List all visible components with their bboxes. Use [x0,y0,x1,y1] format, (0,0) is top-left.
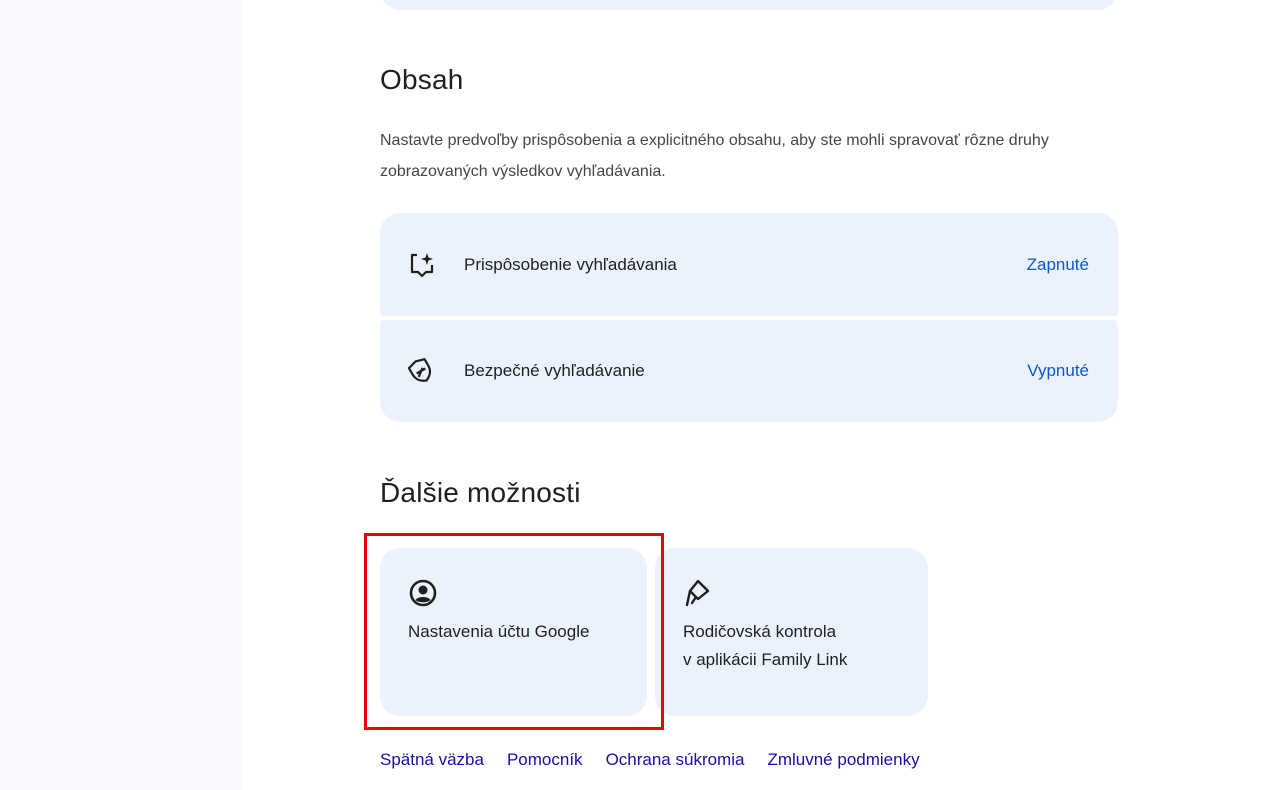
footer-link-help[interactable]: Pomocník [507,750,583,770]
account-circle-icon [408,578,438,608]
family-link-card[interactable]: Rodičovská kontrola v aplikácii Family L… [655,548,928,716]
safesearch-label: Bezpečné vyhľadávanie [464,361,645,380]
content-section-title: Obsah [380,64,464,95]
safesearch-status[interactable]: Vypnuté [1027,361,1089,381]
content-section-description: Nastavte predvoľby prispôsobenia a expli… [380,132,1049,180]
google-account-settings-label: Nastavenia účtu Google [408,622,590,641]
personalization-sparkle-icon [408,250,442,280]
search-personalization-status[interactable]: Zapnuté [1027,255,1089,275]
footer-link-privacy[interactable]: Ochrana súkromia [606,750,745,770]
safesearch-row[interactable]: Bezpečné vyhľadávanie Vypnuté [380,320,1118,422]
search-personalization-row[interactable]: Prispôsobenie vyhľadávania Zapnuté [380,213,1118,316]
more-options-title: Ďalšie možnosti [380,477,581,508]
previous-section-card[interactable] [380,0,1118,10]
footer-link-feedback[interactable]: Spätná väzba [380,750,484,770]
family-link-label: Rodičovská kontrola v aplikácii Family L… [683,622,848,669]
left-sidebar [0,0,242,790]
google-account-settings-card[interactable]: Nastavenia účtu Google [380,548,647,716]
footer-links: Spätná väzba Pomocník Ochrana súkromia Z… [380,750,920,770]
search-personalization-label: Prispôsobenie vyhľadávania [464,254,677,274]
safesearch-shield-icon [408,356,442,386]
family-link-icon [683,578,713,608]
footer-link-terms[interactable]: Zmluvné podmienky [767,750,919,770]
